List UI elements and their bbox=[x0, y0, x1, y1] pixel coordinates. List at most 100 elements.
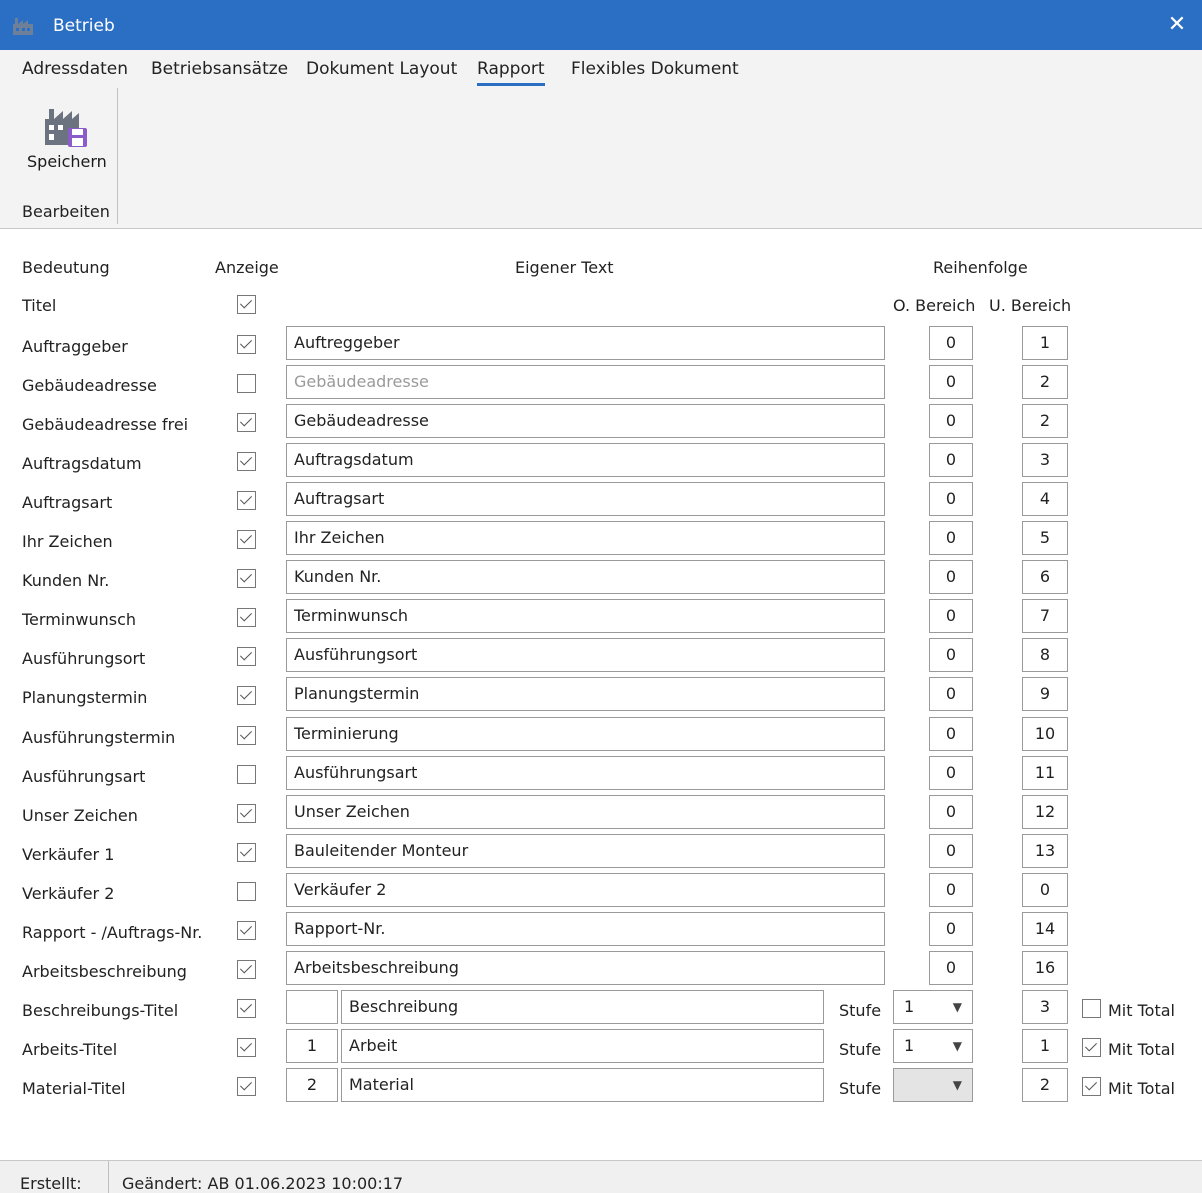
row-label: Gebäudeadresse bbox=[22, 376, 157, 395]
eigener-text-field[interactable]: Arbeitsbeschreibung bbox=[286, 951, 885, 985]
u-bereich-field[interactable]: 10 bbox=[1022, 717, 1068, 751]
o-bereich-field[interactable]: 0 bbox=[929, 638, 973, 672]
u-bereich-field[interactable]: 16 bbox=[1022, 951, 1068, 985]
row-checkbox[interactable] bbox=[237, 882, 256, 901]
o-bereich-field[interactable]: 0 bbox=[929, 951, 973, 985]
eigener-text-field[interactable]: Terminierung bbox=[286, 717, 885, 751]
row-label: Verkäufer 2 bbox=[22, 884, 115, 903]
u-bereich-field[interactable]: 3 bbox=[1022, 443, 1068, 477]
u-bereich-field[interactable]: 3 bbox=[1022, 990, 1068, 1024]
u-bereich-field[interactable]: 5 bbox=[1022, 521, 1068, 555]
o-bereich-field[interactable]: 0 bbox=[929, 365, 973, 399]
u-bereich-field[interactable]: 7 bbox=[1022, 599, 1068, 633]
row-checkbox[interactable] bbox=[237, 999, 256, 1018]
row-checkbox[interactable] bbox=[237, 921, 256, 940]
u-bereich-field[interactable]: 11 bbox=[1022, 756, 1068, 790]
eigener-text-field[interactable]: Ausführungsort bbox=[286, 638, 885, 672]
eigener-text-field[interactable]: Beschreibung bbox=[341, 990, 824, 1024]
eigener-text-field[interactable]: Ausführungsart bbox=[286, 756, 885, 790]
row-checkbox[interactable] bbox=[237, 530, 256, 549]
window: Betrieb ✕ Adressdaten Betriebsansätze Do… bbox=[0, 0, 1202, 1193]
titel-checkbox[interactable] bbox=[237, 295, 256, 314]
mit-total-checkbox[interactable] bbox=[1082, 999, 1101, 1018]
eigener-text-field[interactable]: Terminwunsch bbox=[286, 599, 885, 633]
o-bereich-field[interactable]: 0 bbox=[929, 873, 973, 907]
row-checkbox[interactable] bbox=[237, 452, 256, 471]
level-prefix-field[interactable]: 1 bbox=[286, 1029, 338, 1063]
o-bereich-field[interactable]: 0 bbox=[929, 443, 973, 477]
o-bereich-field[interactable]: 0 bbox=[929, 482, 973, 516]
row-checkbox[interactable] bbox=[237, 726, 256, 745]
o-bereich-field[interactable]: 0 bbox=[929, 717, 973, 751]
eigener-text-field[interactable]: Verkäufer 2 bbox=[286, 873, 885, 907]
stufe-select: ▼ bbox=[893, 1068, 973, 1102]
level-prefix-field[interactable] bbox=[286, 990, 338, 1024]
eigener-text-field[interactable]: Kunden Nr. bbox=[286, 560, 885, 594]
level-prefix-field[interactable]: 2 bbox=[286, 1068, 338, 1102]
save-button[interactable]: Speichern bbox=[22, 102, 110, 174]
row-checkbox[interactable] bbox=[237, 569, 256, 588]
mit-total-checkbox[interactable] bbox=[1082, 1077, 1101, 1096]
u-bereich-field[interactable]: 0 bbox=[1022, 873, 1068, 907]
u-bereich-field[interactable]: 14 bbox=[1022, 912, 1068, 946]
o-bereich-field[interactable]: 0 bbox=[929, 560, 973, 594]
row-checkbox[interactable] bbox=[237, 413, 256, 432]
row-checkbox[interactable] bbox=[237, 608, 256, 627]
u-bereich-field[interactable]: 13 bbox=[1022, 834, 1068, 868]
title-bar: Betrieb ✕ bbox=[0, 0, 1202, 50]
u-bereich-field[interactable]: 8 bbox=[1022, 638, 1068, 672]
eigener-text-field[interactable]: Ihr Zeichen bbox=[286, 521, 885, 555]
tab-flexibles-dokument[interactable]: Flexibles Dokument bbox=[571, 59, 739, 79]
u-bereich-field[interactable]: 4 bbox=[1022, 482, 1068, 516]
o-bereich-field[interactable]: 0 bbox=[929, 404, 973, 438]
row-checkbox[interactable] bbox=[237, 1038, 256, 1057]
o-bereich-field[interactable]: 0 bbox=[929, 912, 973, 946]
eigener-text-field[interactable]: Material bbox=[341, 1068, 824, 1102]
eigener-text-field[interactable]: Auftragsart bbox=[286, 482, 885, 516]
o-bereich-field[interactable]: 0 bbox=[929, 326, 973, 360]
eigener-text-field[interactable]: Bauleitender Monteur bbox=[286, 834, 885, 868]
o-bereich-field[interactable]: 0 bbox=[929, 521, 973, 555]
u-bereich-field[interactable]: 1 bbox=[1022, 326, 1068, 360]
eigener-text-field[interactable]: Planungstermin bbox=[286, 677, 885, 711]
u-bereich-field[interactable]: 9 bbox=[1022, 677, 1068, 711]
row-checkbox[interactable] bbox=[237, 647, 256, 666]
u-bereich-field[interactable]: 12 bbox=[1022, 795, 1068, 829]
o-bereich-field[interactable]: 0 bbox=[929, 756, 973, 790]
eigener-text-field[interactable]: Auftragsdatum bbox=[286, 443, 885, 477]
u-bereich-field[interactable]: 2 bbox=[1022, 1068, 1068, 1102]
tab-betriebsansaetze[interactable]: Betriebsansätze bbox=[151, 59, 288, 79]
eigener-text-field[interactable]: Unser Zeichen bbox=[286, 795, 885, 829]
u-bereich-field[interactable]: 6 bbox=[1022, 560, 1068, 594]
o-bereich-field[interactable]: 0 bbox=[929, 795, 973, 829]
o-bereich-field[interactable]: 0 bbox=[929, 834, 973, 868]
row-checkbox[interactable] bbox=[237, 960, 256, 979]
eigener-text-field[interactable]: Arbeit bbox=[341, 1029, 824, 1063]
eigener-text-field[interactable]: Gebäudeadresse bbox=[286, 404, 885, 438]
row-checkbox[interactable] bbox=[237, 491, 256, 510]
tab-adressdaten[interactable]: Adressdaten bbox=[22, 59, 128, 79]
close-icon[interactable]: ✕ bbox=[1164, 12, 1190, 38]
row-checkbox[interactable] bbox=[237, 686, 256, 705]
u-bereich-field[interactable]: 2 bbox=[1022, 365, 1068, 399]
row-checkbox[interactable] bbox=[237, 1077, 256, 1096]
eigener-text-field[interactable]: Rapport-Nr. bbox=[286, 912, 885, 946]
mit-total-checkbox[interactable] bbox=[1082, 1038, 1101, 1057]
eigener-text-field[interactable]: Auftreggeber bbox=[286, 326, 885, 360]
row-checkbox[interactable] bbox=[237, 765, 256, 784]
tab-dokument-layout[interactable]: Dokument Layout bbox=[306, 59, 457, 79]
row-checkbox[interactable] bbox=[237, 843, 256, 862]
row-checkbox[interactable] bbox=[237, 374, 256, 393]
stufe-select[interactable]: 1 ▼ bbox=[893, 990, 973, 1024]
eigener-text-field[interactable]: Gebäudeadresse bbox=[286, 365, 885, 399]
row-label: Unser Zeichen bbox=[22, 806, 138, 825]
o-bereich-field[interactable]: 0 bbox=[929, 599, 973, 633]
o-bereich-field[interactable]: 0 bbox=[929, 677, 973, 711]
stufe-select[interactable]: 1 ▼ bbox=[893, 1029, 973, 1063]
row-checkbox[interactable] bbox=[237, 335, 256, 354]
tab-rapport[interactable]: Rapport bbox=[477, 59, 545, 86]
row-checkbox[interactable] bbox=[237, 804, 256, 823]
row-label: Ausführungsart bbox=[22, 767, 146, 786]
u-bereich-field[interactable]: 2 bbox=[1022, 404, 1068, 438]
u-bereich-field[interactable]: 1 bbox=[1022, 1029, 1068, 1063]
